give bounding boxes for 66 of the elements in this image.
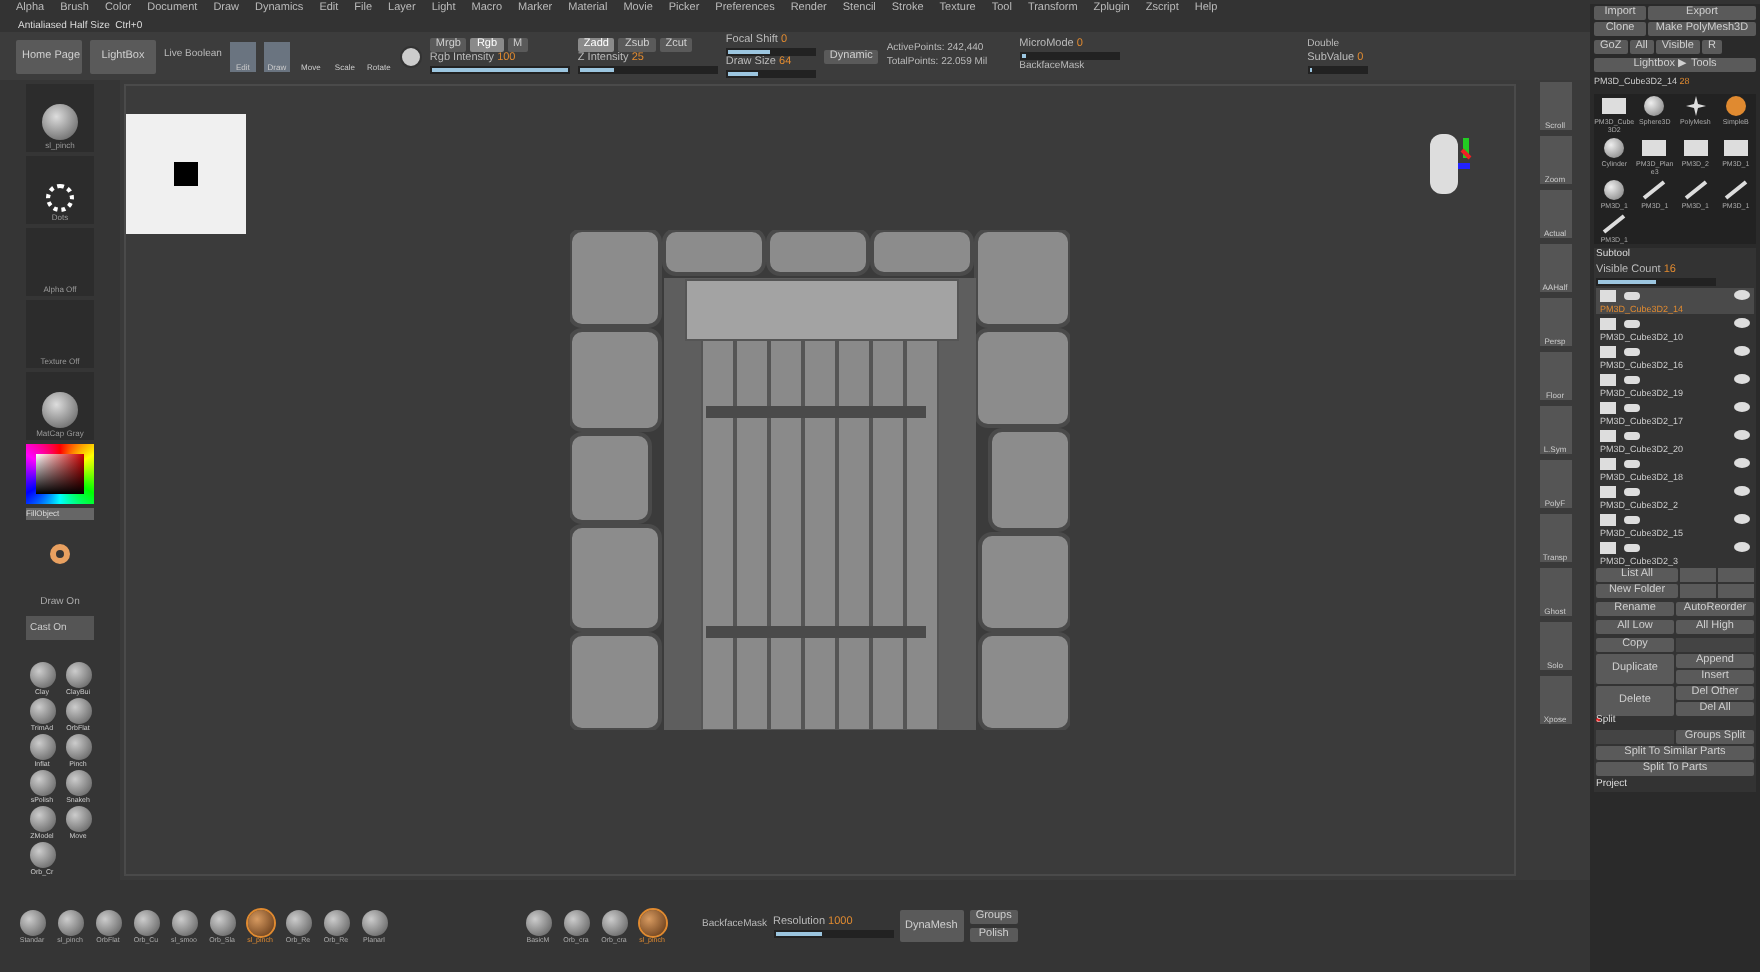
eye-icon[interactable] [1734, 318, 1750, 329]
slider-track[interactable] [725, 70, 816, 78]
brush-thumbnail[interactable] [247, 909, 273, 935]
brush-thumbnail[interactable] [95, 909, 121, 935]
stick-mesh-icon [1602, 213, 1627, 234]
slider-track[interactable] [773, 929, 894, 937]
brush-thumbnail[interactable] [65, 806, 91, 832]
brush-thumbnail[interactable] [57, 909, 83, 935]
brush-thumbnail[interactable] [65, 698, 91, 724]
toggle-icon [1624, 403, 1640, 412]
toggle-icon [1624, 347, 1640, 356]
donut-icon [50, 544, 70, 564]
sphere-thumbnail-icon [1644, 95, 1665, 116]
eye-icon[interactable] [1734, 458, 1750, 469]
toggle-icon [1624, 319, 1640, 328]
toggle-icon [1624, 543, 1640, 552]
sphere-thumbnail-icon [1604, 137, 1625, 158]
material-thumbnail[interactable] [563, 909, 589, 935]
brush-thumbnail[interactable] [361, 909, 387, 935]
brush-thumbnail[interactable] [29, 734, 55, 760]
star-icon [1685, 95, 1706, 116]
flat-mesh-thumbnail-icon [1683, 139, 1708, 156]
brush-thumbnail[interactable] [209, 909, 235, 935]
eye-icon[interactable] [1734, 402, 1750, 413]
brush-thumbnail[interactable] [65, 734, 91, 760]
eye-icon[interactable] [1734, 514, 1750, 525]
brush-thumbnail[interactable] [171, 909, 197, 935]
toggle-icon [1624, 515, 1640, 524]
brush-thumbnail[interactable] [29, 842, 55, 868]
stick-mesh-icon [1723, 179, 1748, 200]
sphere-thumbnail-icon [1604, 179, 1625, 200]
slider-track[interactable] [1596, 277, 1716, 286]
toggle-icon [1624, 487, 1640, 496]
toggle-icon [1624, 291, 1640, 300]
toggle-icon [1624, 431, 1640, 440]
brush-thumbnail[interactable] [323, 909, 349, 935]
brush-thumbnail[interactable] [29, 662, 55, 688]
slider-track[interactable] [725, 48, 816, 56]
material-thumbnail[interactable] [525, 909, 551, 935]
material-thumbnail[interactable] [601, 909, 627, 935]
toggle-icon [1624, 459, 1640, 468]
navigation-thumbnail [126, 114, 246, 234]
brush-thumbnail[interactable] [65, 770, 91, 796]
eye-icon[interactable] [1734, 430, 1750, 441]
eye-icon[interactable] [1734, 486, 1750, 497]
dots-stroke-icon [46, 184, 74, 212]
eye-icon[interactable] [1734, 542, 1750, 553]
eye-icon[interactable] [1734, 290, 1750, 301]
brush-thumbnail[interactable] [19, 909, 45, 935]
flat-mesh-thumbnail-icon [1602, 97, 1627, 114]
brush-thumbnail[interactable] [133, 909, 159, 935]
flat-mesh-thumbnail-icon [1642, 139, 1667, 156]
stick-mesh-icon [1683, 179, 1708, 200]
stick-mesh-icon [1642, 179, 1667, 200]
brush-thumbnail[interactable] [29, 698, 55, 724]
brush-thumbnail[interactable] [65, 662, 91, 688]
material-thumbnail[interactable] [639, 909, 665, 935]
brush-thumbnail[interactable] [29, 770, 55, 796]
flat-mesh-thumbnail-icon [1723, 139, 1748, 156]
toggle-icon [1624, 375, 1640, 384]
brush-thumbnail[interactable] [285, 909, 311, 935]
brush-thumbnail[interactable] [29, 806, 55, 832]
eye-icon[interactable] [1734, 374, 1750, 385]
viewport[interactable] [124, 84, 1516, 876]
color-picker[interactable] [26, 444, 94, 504]
eye-icon[interactable] [1734, 346, 1750, 357]
